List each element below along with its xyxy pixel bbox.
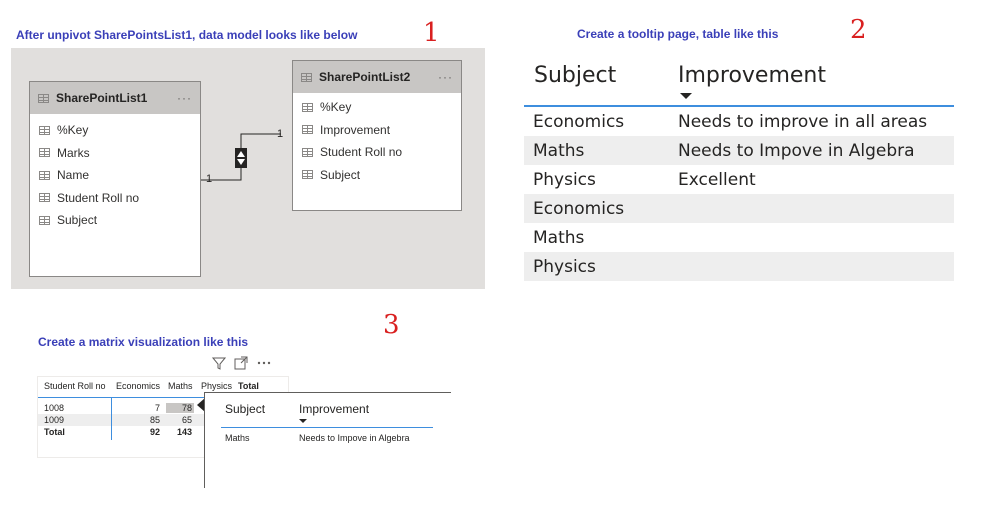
cell-improvement: Needs to Impove in Algebra <box>678 141 915 161</box>
table-header: Subject Improvement <box>524 55 954 107</box>
table-card-sharepointlist1[interactable]: SharePointList1 ··· %Key Marks Name Stud… <box>29 81 201 277</box>
table-row: Maths <box>524 223 954 252</box>
row-label: 1008 <box>44 403 65 413</box>
table-card-header[interactable]: SharePointList1 ··· <box>30 82 200 114</box>
field-icon <box>302 170 313 180</box>
cell-subject: Maths <box>533 228 585 248</box>
field-icon <box>302 102 313 112</box>
section1-marker: 1 <box>423 18 440 48</box>
column-header[interactable]: Physics <box>201 381 232 391</box>
cell-value: 143 <box>176 427 192 437</box>
row-header-divider <box>111 398 112 440</box>
column-header[interactable]: Student Roll no <box>44 381 106 391</box>
field-icon <box>39 148 50 158</box>
field-label: Student Roll no <box>57 190 140 205</box>
tooltip-table: Subject Improvement Economics Needs to im… <box>524 55 954 281</box>
column-header[interactable]: Economics <box>116 381 160 391</box>
field-icon <box>39 215 50 225</box>
cell-value: 85 <box>149 415 160 425</box>
field-label: Improvement <box>320 122 391 137</box>
field-label: Subject <box>57 213 98 228</box>
field-label: Subject <box>320 167 361 182</box>
cell-subject: Physics <box>533 170 596 190</box>
more-options-icon[interactable]: ··· <box>177 91 192 105</box>
table-card-sharepointlist2[interactable]: SharePointList2 ··· %Key Improvement Stu… <box>292 60 462 211</box>
column-header-subject[interactable]: Subject <box>534 63 616 88</box>
field-label: Marks <box>57 145 90 160</box>
section3-marker: 3 <box>383 310 400 340</box>
field-icon <box>39 170 50 180</box>
field-label: Student Roll no <box>320 145 403 160</box>
tooltip-header: Subject Improvement <box>221 393 433 428</box>
more-options-icon[interactable]: ··· <box>438 70 453 84</box>
field-label: %Key <box>320 100 352 115</box>
field-item[interactable]: Student Roll no <box>293 141 461 164</box>
focus-mode-icon[interactable] <box>234 356 248 370</box>
table-row: Economics <box>524 194 954 223</box>
relationship-right-cardinality: 1 <box>277 128 284 140</box>
table-icon <box>38 93 49 103</box>
data-model-canvas[interactable]: SharePointList1 ··· %Key Marks Name Stud… <box>11 48 485 289</box>
field-item[interactable]: %Key <box>30 119 200 142</box>
table-name: SharePointList2 <box>319 70 411 84</box>
column-header: Improvement <box>299 402 370 416</box>
field-icon <box>39 125 50 135</box>
filter-icon[interactable] <box>212 356 226 370</box>
field-item[interactable]: Improvement <box>293 119 461 142</box>
cell-improvement: Needs to Impove in Algebra <box>299 433 410 443</box>
table-row: Physics Excellent <box>524 165 954 194</box>
table-row: Maths Needs to Impove in Algebra <box>524 136 954 165</box>
field-icon <box>39 193 50 203</box>
sort-descending-icon[interactable] <box>680 93 692 99</box>
column-header-improvement[interactable]: Improvement <box>678 63 826 88</box>
table-row: Maths Needs to Impove in Algebra <box>225 428 451 446</box>
field-item[interactable]: %Key <box>293 96 461 119</box>
relationship-line[interactable] <box>201 128 301 188</box>
relationship-left-cardinality: 1 <box>206 173 213 185</box>
field-icon <box>302 147 313 157</box>
field-label: Name <box>57 168 90 183</box>
table-name: SharePointList1 <box>56 91 148 105</box>
field-item[interactable]: Marks <box>30 142 200 165</box>
cell-improvement: Needs to improve in all areas <box>678 112 928 132</box>
section2-heading: Create a tooltip page, table like this <box>577 27 779 41</box>
cell-subject: Economics <box>533 112 625 132</box>
row-label: Total <box>44 427 65 437</box>
sort-descending-icon <box>299 419 307 423</box>
column-header[interactable]: Maths <box>168 381 193 391</box>
cell-subject: Maths <box>533 141 585 161</box>
column-header: Subject <box>225 402 266 416</box>
field-item[interactable]: Subject <box>30 209 200 232</box>
cell-improvement: Excellent <box>678 170 756 190</box>
section3-heading: Create a matrix visualization like this <box>38 335 249 349</box>
tooltip-popup: Subject Improvement Maths Needs to Impov… <box>204 392 451 488</box>
field-item[interactable]: Student Roll no <box>30 187 200 210</box>
field-item[interactable]: Subject <box>293 164 461 187</box>
row-label: 1009 <box>44 415 65 425</box>
section2-marker: 2 <box>850 15 867 45</box>
cell-value: 7 <box>154 403 160 413</box>
table-row: Physics <box>524 252 954 281</box>
table-card-header[interactable]: SharePointList2 ··· <box>293 61 461 93</box>
more-options-icon[interactable] <box>256 356 272 370</box>
cell-value: 92 <box>149 427 160 437</box>
cell-subject: Maths <box>225 433 250 443</box>
cell-subject: Physics <box>533 257 596 277</box>
cell-value: 65 <box>181 415 192 425</box>
cell-value-selected[interactable]: 78 <box>166 403 194 413</box>
field-label: %Key <box>57 123 89 138</box>
cell-subject: Economics <box>533 199 625 219</box>
field-icon <box>302 125 313 135</box>
table-icon <box>301 72 312 82</box>
table-row: Economics Needs to improve in all areas <box>524 107 954 136</box>
section1-heading: After unpivot SharePointsList1, data mod… <box>16 28 358 42</box>
field-item[interactable]: Name <box>30 164 200 187</box>
column-header[interactable]: Total <box>238 381 259 391</box>
visual-header-toolbar <box>212 356 272 370</box>
